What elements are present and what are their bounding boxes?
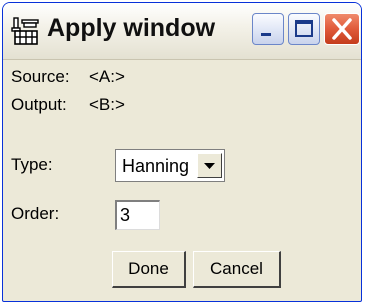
order-label: Order: <box>11 204 60 223</box>
close-button[interactable] <box>324 13 360 45</box>
type-select[interactable]: Hanning <box>115 149 225 182</box>
pipe-fitting-icon <box>11 17 39 45</box>
maximize-button[interactable] <box>288 13 320 45</box>
minimize-icon <box>261 33 271 36</box>
source-value: <A:> <box>89 67 125 86</box>
dropdown-button[interactable] <box>197 153 222 178</box>
chevron-down-icon <box>204 163 215 169</box>
type-label: Type: <box>11 155 53 174</box>
title-bar[interactable]: Apply window <box>3 3 361 60</box>
close-icon <box>332 18 352 40</box>
output-value: <B:> <box>89 95 125 114</box>
dialog-body: Source: <A:> Output: <B:> Type: Hanning … <box>3 60 361 301</box>
window-title: Apply window <box>47 14 216 42</box>
type-select-value: Hanning <box>122 156 190 176</box>
apply-window: Apply window Source: <A:> Output: <B:> T… <box>2 2 362 302</box>
source-label: Source: <box>11 67 70 86</box>
order-input[interactable]: 3 <box>115 200 160 230</box>
maximize-icon <box>295 20 313 37</box>
minimize-button[interactable] <box>252 13 284 45</box>
output-label: Output: <box>11 95 67 114</box>
done-button[interactable]: Done <box>112 251 186 288</box>
cancel-button[interactable]: Cancel <box>193 251 281 288</box>
